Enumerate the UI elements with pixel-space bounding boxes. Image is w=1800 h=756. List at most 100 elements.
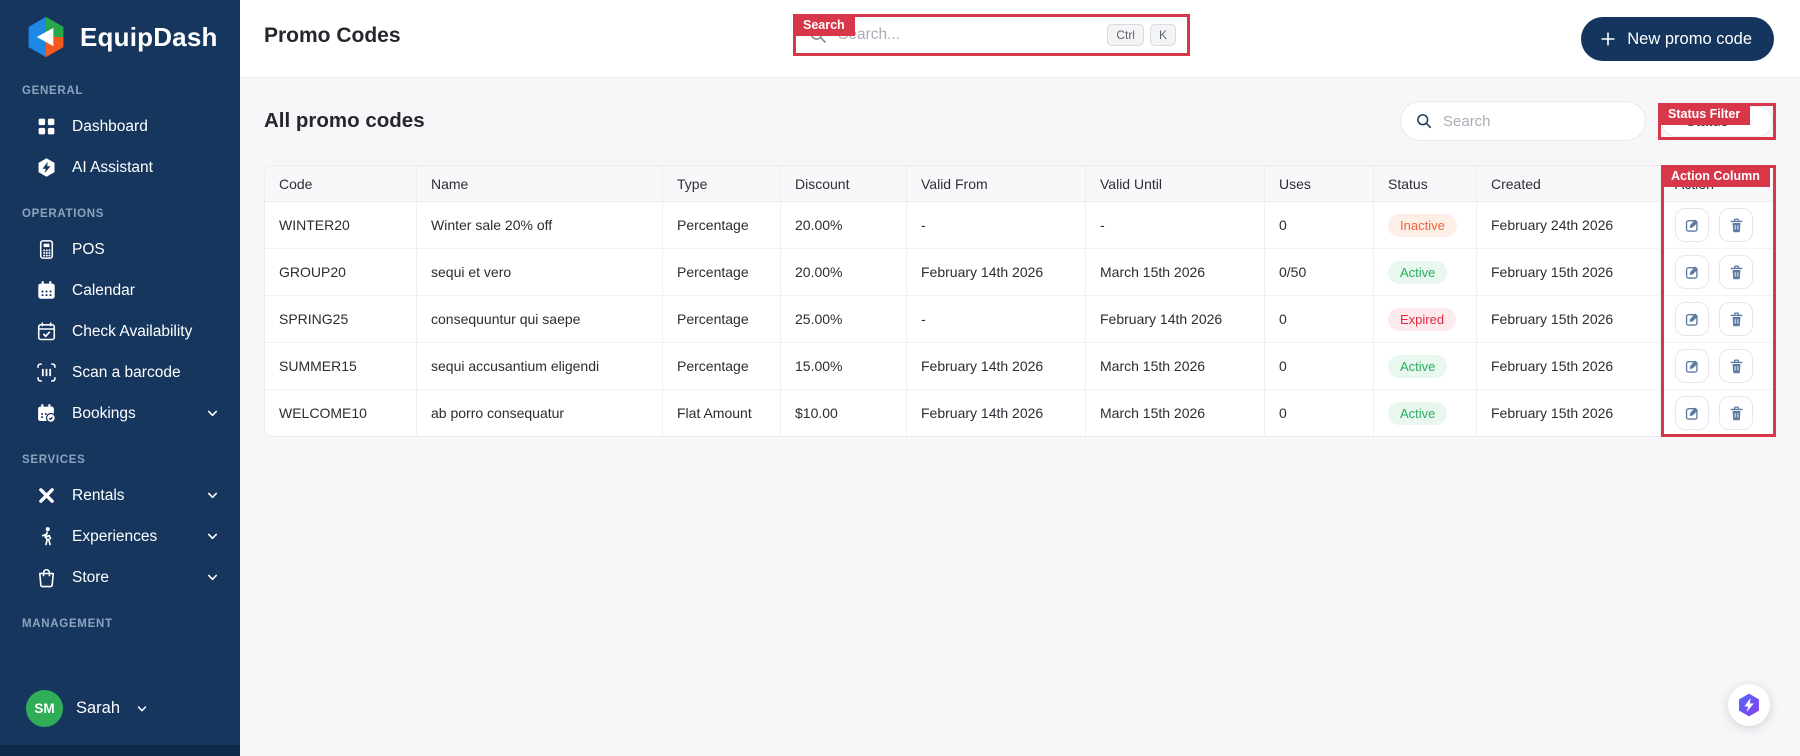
cell-actions [1661,296,1775,342]
cell-actions [1661,249,1775,295]
cell-valid-from: February 14th 2026 [907,390,1086,436]
delete-button[interactable] [1719,396,1753,430]
cell-name: sequi et vero [417,249,663,295]
cell-valid-until: - [1086,202,1265,248]
annotation-search-label: Search [793,14,855,36]
table-row: WINTER20 Winter sale 20% off Percentage … [265,202,1775,248]
chevron-down-icon [205,406,220,421]
edit-button[interactable] [1675,302,1709,336]
cell-created: February 15th 2026 [1477,343,1661,389]
edit-icon [1684,405,1701,422]
assistant-bolt-icon [1736,692,1762,718]
plus-icon [1599,30,1617,48]
table-body: WINTER20 Winter sale 20% off Percentage … [265,202,1775,436]
barcode-scan-icon [36,362,57,383]
calendar-clock-icon [36,403,57,424]
delete-button[interactable] [1719,255,1753,289]
ai-assistant-fab[interactable] [1728,684,1770,726]
delete-button[interactable] [1719,302,1753,336]
sidebar-item[interactable]: Scan a barcode [0,352,240,393]
edit-icon [1684,358,1701,375]
cell-uses: 0/50 [1265,249,1374,295]
new-promo-code-button[interactable]: New promo code [1581,17,1774,61]
delete-button[interactable] [1719,208,1753,242]
sidebar-item-label: Dashboard [72,117,148,135]
cell-actions [1661,343,1775,389]
column-header: Action [1661,166,1775,201]
sidebar-item[interactable]: Dashboard [0,106,240,147]
sidebar-item[interactable]: Bookings [0,393,240,434]
cell-discount: 15.00% [781,343,907,389]
sidebar-item-label: POS [72,240,105,258]
edit-button[interactable] [1675,396,1709,430]
column-header: Discount [781,166,907,201]
cell-type: Percentage [663,343,781,389]
cell-uses: 0 [1265,202,1374,248]
status-badge: Inactive [1388,213,1457,237]
sidebar-footer-strip [0,745,240,756]
edit-button[interactable] [1675,255,1709,289]
sidebar: EquipDash GENERAL Dashboard AI Assistant… [0,0,240,756]
cell-code: WINTER20 [265,202,417,248]
column-header: Created [1477,166,1661,201]
status-badge: Expired [1388,307,1457,331]
hiker-icon [36,526,57,547]
sidebar-item-label: Store [72,568,110,586]
shopping-bag-icon [36,567,57,588]
delete-button[interactable] [1719,349,1753,383]
cell-status: Active [1374,343,1477,389]
column-header: Uses [1265,166,1374,201]
edit-button[interactable] [1675,208,1709,242]
table-search [1400,101,1646,141]
chevron-down-icon [205,570,220,585]
cell-valid-from: - [907,202,1086,248]
pos-terminal-icon [36,239,57,260]
status-badge: Active [1388,260,1448,284]
key-ctrl: Ctrl [1107,24,1144,46]
sidebar-item[interactable]: Experiences [0,516,240,557]
cell-uses: 0 [1265,390,1374,436]
cell-uses: 0 [1265,343,1374,389]
global-search-input[interactable] [838,26,1098,44]
cell-discount: $10.00 [781,390,907,436]
sidebar-item[interactable]: Calendar [0,270,240,311]
shield-bolt-icon [36,157,57,178]
sidebar-item[interactable]: POS [0,229,240,270]
cell-valid-until: March 15th 2026 [1086,249,1265,295]
sidebar-item[interactable]: Rentals [0,475,240,516]
cell-status: Inactive [1374,202,1477,248]
cell-status: Active [1374,390,1477,436]
table-search-input[interactable] [1443,112,1631,130]
cell-valid-until: February 14th 2026 [1086,296,1265,342]
table-row: SPRING25 consequuntur qui saepe Percenta… [265,295,1775,342]
edit-button[interactable] [1675,349,1709,383]
shortcut-keys: Ctrl K [1107,24,1176,46]
trash-icon [1728,264,1745,281]
cell-discount: 20.00% [781,202,907,248]
cell-name: consequuntur qui saepe [417,296,663,342]
section-label-general: GENERAL [22,85,84,97]
chevron-down-icon [205,488,220,503]
column-header: Type [663,166,781,201]
sidebar-item[interactable]: Store [0,557,240,598]
column-header: Name [417,166,663,201]
status-badge: Active [1388,354,1448,378]
cell-valid-from: February 14th 2026 [907,343,1086,389]
edit-icon [1684,311,1701,328]
app-name: EquipDash [80,21,218,52]
cell-code: SPRING25 [265,296,417,342]
sidebar-item-label: AI Assistant [72,158,153,176]
sidebar-item[interactable]: Check Availability [0,311,240,352]
logo[interactable]: EquipDash [0,0,240,69]
cell-created: February 24th 2026 [1477,202,1661,248]
table-row: GROUP20 sequi et vero Percentage 20.00% … [265,248,1775,295]
user-menu[interactable]: SM Sarah [0,678,240,745]
cell-valid-from: February 14th 2026 [907,249,1086,295]
cell-discount: 25.00% [781,296,907,342]
nav-services: Rentals Experiences Store [0,475,240,598]
promo-table-wrap: Code Name Type Discount Valid From Valid… [264,165,1776,437]
grid-icon [36,116,57,137]
cell-name: Winter sale 20% off [417,202,663,248]
chevron-down-icon [205,529,220,544]
sidebar-item[interactable]: AI Assistant [0,147,240,188]
